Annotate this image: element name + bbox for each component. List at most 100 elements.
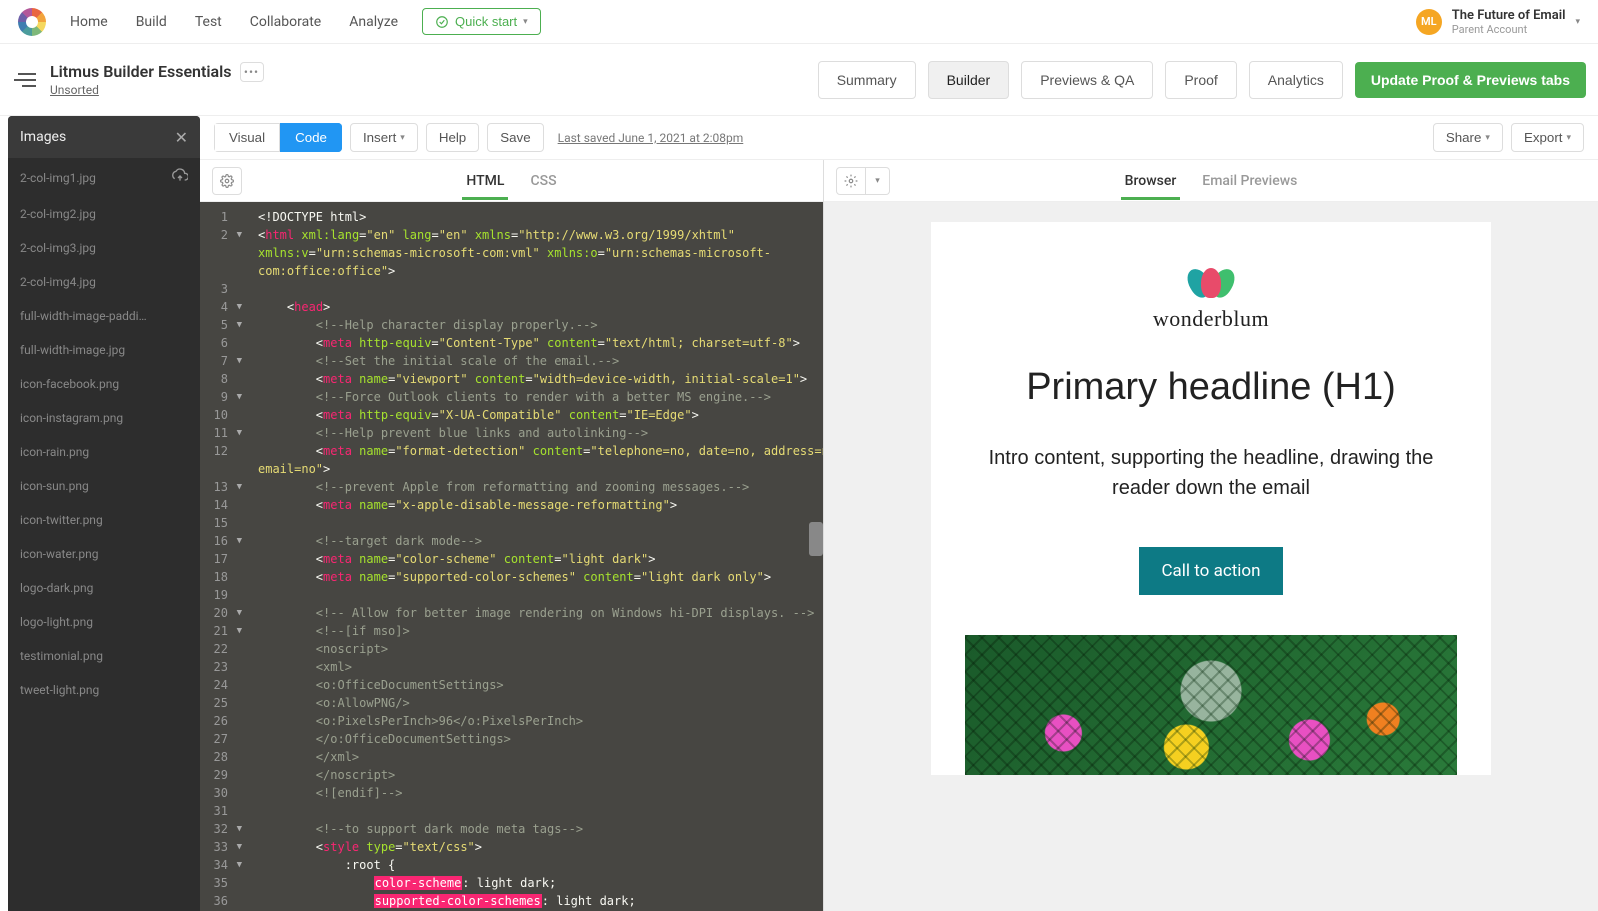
image-list-item[interactable]: icon-twitter.png bbox=[8, 503, 200, 537]
preview-tab-browser[interactable]: Browser bbox=[1121, 163, 1181, 199]
share-label: Share bbox=[1446, 130, 1482, 145]
update-proof-previews-button[interactable]: Update Proof & Previews tabs bbox=[1355, 62, 1586, 98]
image-filename: icon-facebook.png bbox=[20, 377, 119, 391]
code-content[interactable]: <!DOCTYPE html><html xml:lang="en" lang=… bbox=[250, 202, 823, 911]
document-category-link[interactable]: Unsorted bbox=[50, 83, 99, 97]
tab-previews-qa[interactable]: Previews & QA bbox=[1021, 61, 1153, 99]
email-headline: Primary headline (H1) bbox=[965, 366, 1457, 409]
tab-analytics[interactable]: Analytics bbox=[1249, 61, 1343, 99]
nav-home[interactable]: Home bbox=[70, 14, 108, 30]
image-list-item[interactable]: 2-col-img3.jpg bbox=[8, 231, 200, 265]
help-button[interactable]: Help bbox=[426, 123, 479, 152]
preview-tabs: ▾ Browser Email Previews bbox=[824, 160, 1598, 202]
quick-start-label: Quick start bbox=[455, 14, 517, 29]
image-list-item[interactable]: 2-col-img4.jpg bbox=[8, 265, 200, 299]
top-nav: Home Build Test Collaborate Analyze Quic… bbox=[0, 0, 1598, 44]
document-actions-button[interactable]: ••• bbox=[240, 62, 264, 82]
save-button[interactable]: Save bbox=[487, 123, 543, 152]
image-list-item[interactable]: 2-col-img2.jpg bbox=[8, 197, 200, 231]
image-filename: 2-col-img4.jpg bbox=[20, 275, 96, 289]
image-filename: icon-instagram.png bbox=[20, 411, 123, 425]
image-filename: tweet-light.png bbox=[20, 683, 99, 697]
export-button[interactable]: Export▾ bbox=[1511, 123, 1584, 152]
nav-analyze[interactable]: Analyze bbox=[349, 14, 398, 30]
editor-tab-css[interactable]: CSS bbox=[526, 163, 560, 199]
image-filename: icon-twitter.png bbox=[20, 513, 103, 527]
editor-tab-html[interactable]: HTML bbox=[462, 163, 508, 199]
images-panel-title: Images bbox=[20, 129, 66, 145]
nav-build[interactable]: Build bbox=[136, 14, 167, 30]
image-filename: icon-rain.png bbox=[20, 445, 89, 459]
menu-toggle-icon[interactable] bbox=[12, 68, 36, 92]
image-filename: 2-col-img3.jpg bbox=[20, 241, 96, 255]
brand-logo-icon bbox=[1187, 262, 1235, 298]
share-button[interactable]: Share▾ bbox=[1433, 123, 1503, 152]
main-area: HTML CSS 12▼34▼5▼67▼89▼1011▼1213▼141516▼… bbox=[0, 160, 1598, 911]
account-sub: Parent Account bbox=[1452, 23, 1566, 36]
tab-builder[interactable]: Builder bbox=[928, 61, 1010, 99]
image-list-item[interactable]: icon-water.png bbox=[8, 537, 200, 571]
insert-label: Insert bbox=[363, 130, 396, 145]
image-filename: icon-sun.png bbox=[20, 479, 89, 493]
insert-button[interactable]: Insert▾ bbox=[350, 123, 418, 152]
editor-section: HTML CSS 12▼34▼5▼67▼89▼1011▼1213▼141516▼… bbox=[200, 160, 824, 911]
last-saved-text: Last saved June 1, 2021 at 2:08pm bbox=[558, 131, 744, 145]
brand-name: wonderblum bbox=[1153, 306, 1269, 332]
image-list-item[interactable]: full-width-image.jpg bbox=[8, 333, 200, 367]
check-circle-icon bbox=[435, 15, 449, 29]
image-filename: full-width-image-paddi… bbox=[20, 309, 147, 323]
images-list[interactable]: 2-col-img1.jpg 2-col-img2.jpg 2-col-img3.j… bbox=[8, 158, 200, 911]
image-filename: logo-light.png bbox=[20, 615, 93, 629]
gear-icon bbox=[220, 174, 234, 188]
scrollbar-thumb[interactable] bbox=[809, 522, 823, 556]
editor-settings-button[interactable] bbox=[212, 167, 242, 195]
quick-start-button[interactable]: Quick start ▾ bbox=[422, 8, 541, 35]
image-filename: 2-col-img2.jpg bbox=[20, 207, 96, 221]
image-list-item[interactable]: tweet-light.png bbox=[8, 673, 200, 707]
preview-settings-button[interactable] bbox=[836, 167, 866, 195]
image-list-item[interactable]: icon-sun.png bbox=[8, 469, 200, 503]
account-title: The Future of Email bbox=[1452, 8, 1566, 23]
preview-body[interactable]: wonderblum Primary headline (H1) Intro c… bbox=[824, 202, 1598, 911]
image-list-item[interactable]: logo-dark.png bbox=[8, 571, 200, 605]
line-gutter: 12▼34▼5▼67▼89▼1011▼1213▼141516▼17181920▼… bbox=[200, 202, 250, 911]
chevron-down-icon: ▾ bbox=[1575, 17, 1580, 27]
preview-tab-email[interactable]: Email Previews bbox=[1198, 163, 1301, 199]
nav-test[interactable]: Test bbox=[195, 14, 222, 30]
image-filename: full-width-image.jpg bbox=[20, 343, 125, 357]
image-list-item[interactable]: full-width-image-paddi… bbox=[8, 299, 200, 333]
image-filename: testimonial.png bbox=[20, 649, 103, 663]
brand-logo: wonderblum bbox=[965, 262, 1457, 332]
image-filename: logo-dark.png bbox=[20, 581, 93, 595]
cta-button[interactable]: Call to action bbox=[1139, 547, 1282, 595]
image-list-item[interactable]: testimonial.png bbox=[8, 639, 200, 673]
email-intro: Intro content, supporting the headline, … bbox=[965, 443, 1457, 503]
visual-mode-button[interactable]: Visual bbox=[214, 123, 280, 152]
chevron-down-icon: ▾ bbox=[1485, 132, 1490, 143]
upload-icon[interactable] bbox=[172, 168, 188, 187]
tab-proof[interactable]: Proof bbox=[1165, 61, 1236, 99]
sub-header: Litmus Builder Essentials ••• Unsorted S… bbox=[0, 44, 1598, 116]
export-label: Export bbox=[1524, 130, 1563, 145]
nav-links: Home Build Test Collaborate Analyze bbox=[70, 14, 398, 30]
app-logo-icon[interactable] bbox=[18, 8, 46, 36]
image-list-item[interactable]: icon-instagram.png bbox=[8, 401, 200, 435]
email-preview: wonderblum Primary headline (H1) Intro c… bbox=[931, 222, 1491, 775]
image-list-item[interactable]: icon-rain.png bbox=[8, 435, 200, 469]
close-icon[interactable]: ✕ bbox=[175, 128, 188, 147]
tab-summary[interactable]: Summary bbox=[818, 61, 916, 99]
preview-settings-dropdown[interactable]: ▾ bbox=[866, 167, 890, 195]
nav-collaborate[interactable]: Collaborate bbox=[250, 14, 321, 30]
section-tabs: Summary Builder Previews & QA Proof Anal… bbox=[818, 61, 1343, 99]
images-panel: Images ✕ 2-col-img1.jpg2-col-img2.jpg2-c… bbox=[8, 116, 200, 911]
code-mode-button[interactable]: Code bbox=[280, 123, 342, 152]
chevron-down-icon: ▾ bbox=[523, 16, 528, 27]
image-list-item[interactable]: 2-col-img1.jpg bbox=[8, 158, 200, 197]
image-list-item[interactable]: logo-light.png bbox=[8, 605, 200, 639]
code-editor[interactable]: 12▼34▼5▼67▼89▼1011▼1213▼141516▼17181920▼… bbox=[200, 202, 823, 911]
user-menu[interactable]: ML The Future of Email Parent Account ▾ bbox=[1416, 8, 1580, 36]
user-text: The Future of Email Parent Account bbox=[1452, 8, 1566, 36]
hero-image bbox=[965, 635, 1457, 775]
image-list-item[interactable]: icon-facebook.png bbox=[8, 367, 200, 401]
preview-section: ▾ Browser Email Previews wonderblum Prim… bbox=[824, 160, 1598, 911]
